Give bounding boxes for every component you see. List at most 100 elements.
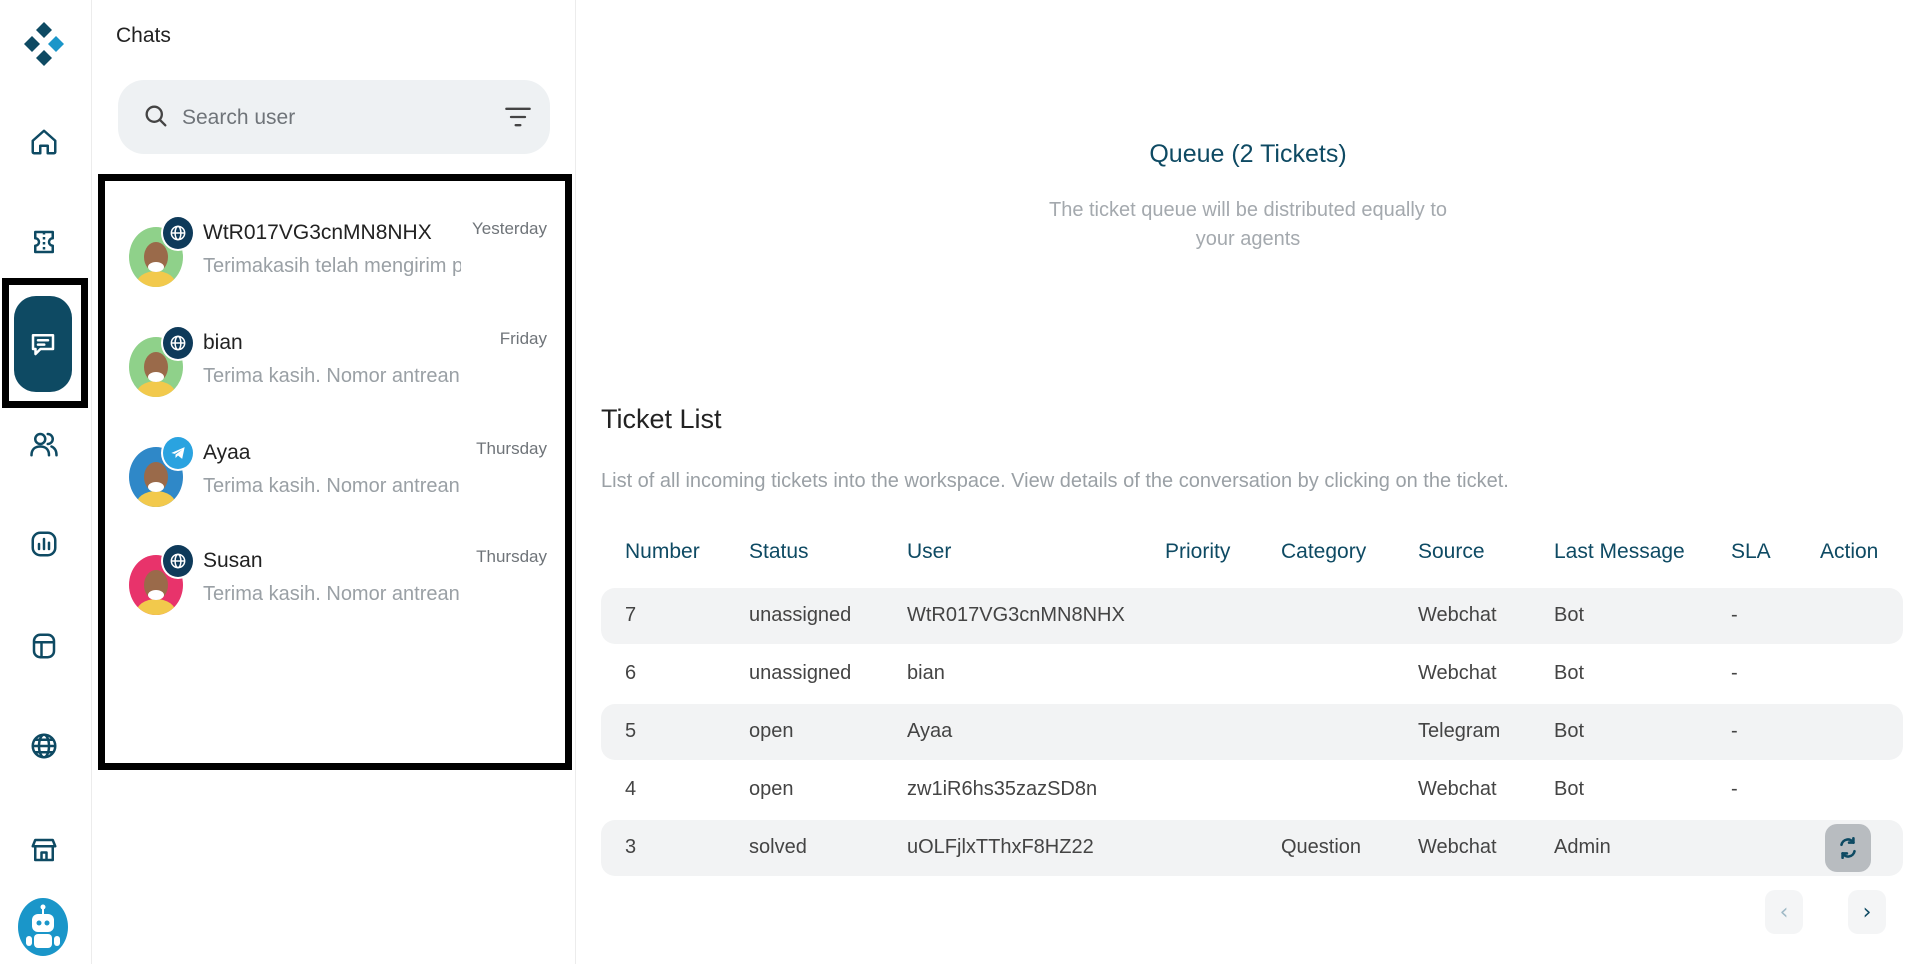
chat-time: Yesterday (472, 219, 547, 238)
queue-title: Queue (2 Tickets) (1149, 140, 1347, 168)
sidebar-item-store[interactable] (16, 822, 72, 878)
table-row[interactable]: 3 solved uOLFjlxTThxF8HZ22 Question Webc… (601, 820, 1903, 876)
ticket-list-title: Ticket List (601, 404, 722, 434)
cell-source: Telegram (1418, 720, 1501, 742)
chat-list-item[interactable]: Ayaa Thursday Terima kasih. Nomor antrea… (129, 435, 549, 533)
cell-status: unassigned (749, 662, 852, 684)
filter-icon[interactable] (504, 104, 532, 130)
telegram-icon (161, 435, 195, 471)
home-icon (31, 129, 57, 155)
cell-last-message: Admin (1554, 836, 1611, 858)
sidebar-item-templates[interactable] (16, 618, 72, 674)
cell-sla: - (1731, 778, 1738, 800)
table-row[interactable]: 5 open Ayaa Telegram Bot - (601, 704, 1903, 760)
robot-icon (26, 904, 60, 948)
sidebar-item-channels[interactable] (16, 718, 72, 774)
cell-number: 5 (625, 720, 637, 742)
chat-time: Thursday (476, 547, 547, 566)
chat-user-name: WtR017VG3cnMN8NHX (203, 221, 432, 244)
table-row[interactable]: 7 unassigned WtR017VG3cnMN8NHX Webchat B… (601, 588, 1903, 644)
search-bar (118, 80, 550, 154)
ticket-icon (34, 230, 54, 254)
sidebar-item-chats[interactable] (14, 296, 72, 392)
cell-last-message: Bot (1554, 720, 1585, 742)
chat-icon (31, 334, 55, 356)
cell-status: open (749, 778, 794, 800)
app-logo[interactable] (22, 20, 66, 68)
cell-status: solved (749, 836, 807, 858)
sidebar-item-tickets[interactable] (16, 214, 72, 270)
sidebar-item-reports[interactable] (16, 516, 72, 572)
cell-number: 3 (625, 836, 637, 858)
chat-preview: Terima kasih. Nomor antrean A (203, 583, 461, 605)
column-header-status[interactable]: Status (749, 540, 809, 564)
cell-source: Webchat (1418, 778, 1497, 800)
table-header: Number Status User Priority Category Sou… (601, 530, 1903, 578)
cell-user: uOLFjlxTThxF8HZ22 (907, 836, 1094, 858)
sidebar-item-contacts[interactable] (16, 416, 72, 472)
cell-source: Webchat (1418, 836, 1497, 858)
search-icon (145, 105, 167, 127)
column-header-priority[interactable]: Priority (1165, 540, 1230, 564)
cell-number: 6 (625, 662, 637, 684)
chat-user-name: Ayaa (203, 441, 251, 464)
chat-list-item[interactable]: WtR017VG3cnMN8NHX Yesterday Terimakasih … (129, 215, 549, 313)
column-header-category[interactable]: Category (1281, 540, 1366, 564)
column-header-number[interactable]: Number (625, 540, 700, 564)
chat-preview: Terima kasih. Nomor antrean A (203, 475, 461, 497)
cell-number: 7 (625, 604, 637, 626)
reopen-icon (1840, 836, 1856, 860)
column-header-user[interactable]: User (907, 540, 951, 564)
cell-last-message: Bot (1554, 778, 1585, 800)
cell-last-message: Bot (1554, 662, 1585, 684)
left-rail (0, 0, 92, 964)
column-header-last-message[interactable]: Last Message (1554, 540, 1685, 564)
report-icon (31, 531, 57, 557)
template-icon (32, 633, 56, 659)
users-icon (30, 432, 58, 457)
chat-list-item[interactable]: Susan Thursday Terima kasih. Nomor antre… (129, 543, 549, 641)
cell-user: Ayaa (907, 720, 953, 742)
chat-time: Thursday (476, 439, 547, 458)
next-page-button[interactable]: › (1848, 890, 1886, 934)
chat-user-name: bian (203, 331, 243, 354)
ticket-table: Number Status User Priority Category Sou… (601, 530, 1903, 876)
globe-icon (161, 543, 195, 579)
chat-list-item[interactable]: bian Friday Terima kasih. Nomor antrean … (129, 325, 549, 423)
cell-sla: - (1731, 604, 1738, 626)
column-header-source[interactable]: Source (1418, 540, 1485, 564)
cell-user: WtR017VG3cnMN8NHX (907, 604, 1125, 626)
previous-page-button[interactable]: ‹ (1765, 890, 1803, 934)
cell-status: unassigned (749, 604, 852, 626)
cell-user: zw1iR6hs35zazSD8n (907, 778, 1098, 800)
cell-source: Webchat (1418, 604, 1497, 626)
column-header-action: Action (1820, 540, 1879, 563)
cell-source: Webchat (1418, 662, 1497, 684)
chat-preview: Terimakasih telah mengirim pesan (203, 255, 461, 277)
reopen-ticket-button[interactable] (1825, 824, 1871, 872)
globe-icon (31, 733, 57, 759)
chat-user-name: Susan (203, 549, 263, 572)
cell-sla: - (1731, 720, 1738, 742)
chat-list: WtR017VG3cnMN8NHX Yesterday Terimakasih … (98, 174, 572, 770)
cell-number: 4 (625, 778, 637, 800)
sidebar-item-home[interactable] (16, 114, 72, 170)
chats-panel: Chats WtR017VG3cnMN8NHX Yesterday Terima… (92, 0, 576, 964)
main-content: Queue (2 Tickets) The ticket queue will … (577, 0, 1919, 964)
chat-preview: Terima kasih. Nomor antrean Anda (203, 365, 461, 387)
search-input[interactable] (182, 98, 482, 138)
store-icon (31, 838, 57, 862)
globe-icon (161, 215, 195, 251)
cell-sla: - (1731, 662, 1738, 684)
table-row[interactable]: 6 unassigned bian Webchat Bot - (601, 646, 1903, 702)
bot-avatar[interactable] (18, 898, 68, 956)
ticket-list-description: List of all incoming tickets into the wo… (601, 470, 1509, 492)
table-row[interactable]: 4 open zw1iR6hs35zazSD8n Webchat Bot - (601, 762, 1903, 818)
queue-description: The ticket queue will be distributed equ… (1048, 199, 1447, 250)
cell-status: open (749, 720, 794, 742)
cell-category: Question (1281, 836, 1362, 858)
column-header-sla[interactable]: SLA (1731, 540, 1771, 564)
cell-user: bian (907, 662, 945, 684)
cell-last-message: Bot (1554, 604, 1585, 626)
chat-time: Friday (499, 329, 547, 348)
